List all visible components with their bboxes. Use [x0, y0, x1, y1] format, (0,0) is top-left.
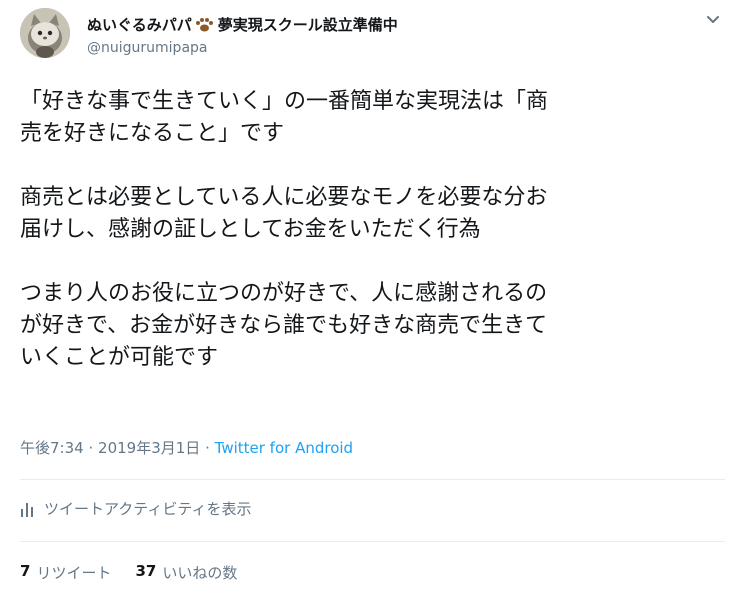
retweets-count: 7: [20, 562, 31, 580]
cat-plush-avatar-icon: [20, 8, 70, 58]
retweets-label: リツイート: [36, 564, 112, 582]
tweet-text: 「好きな事で生きていく」の一番簡単な実現法は「商 売を好きになること」です 商売…: [20, 86, 720, 374]
analytics-bars-icon: [21, 502, 33, 517]
user-handle[interactable]: @nuigurumipapa: [87, 40, 207, 56]
chevron-down-icon[interactable]: [706, 15, 720, 25]
tweet-activity-button[interactable]: ツイートアクティビティを表示: [20, 498, 251, 519]
likes-stat[interactable]: 37 いいねの数: [135, 562, 237, 583]
display-name-prefix: ぬいぐるみパパ: [87, 16, 192, 34]
avatar[interactable]: [20, 8, 70, 58]
tweet-line: 商売とは必要としている人に必要なモノを必要な分お: [20, 185, 548, 210]
divider: [20, 541, 725, 542]
tweet-card: ぬいぐるみパパ 夢実現スクール設立準備中 @nuigurumipapa 「好きな…: [0, 0, 745, 606]
tweet-time[interactable]: 午後7:34: [20, 439, 84, 457]
tweet-date[interactable]: 2019年3月1日: [98, 439, 200, 457]
tweet-source-link[interactable]: Twitter for Android: [215, 439, 353, 457]
likes-label: いいねの数: [162, 564, 238, 582]
meta-separator: ·: [205, 439, 210, 457]
meta-separator: ·: [88, 439, 94, 457]
likes-count: 37: [135, 562, 157, 580]
tweet-activity-label: ツイートアクティビティを表示: [44, 500, 252, 518]
tweet-metadata: 午後7:34 · 2019年3月1日 · Twitter for Android: [20, 437, 353, 458]
retweets-stat[interactable]: 7 リツイート: [20, 562, 111, 583]
divider: [20, 479, 725, 480]
display-name-suffix: 夢実現スクール設立準備中: [217, 16, 398, 34]
tweet-line: が好きで、お金が好きなら誰でも好きな商売で生きて: [20, 313, 548, 338]
paw-icon: [194, 17, 216, 33]
tweet-line: いくことが可能です: [20, 345, 219, 370]
tweet-line: 届けし、感謝の証しとしてお金をいただく行為: [20, 217, 481, 242]
display-name[interactable]: ぬいぐるみパパ 夢実現スクール設立準備中: [87, 14, 398, 35]
tweet-line: 「好きな事で生きていく」の一番簡単な実現法は「商: [20, 89, 549, 114]
tweet-line: 売を好きになること」です: [20, 121, 285, 146]
tweet-stats: 7 リツイート 37 いいねの数: [20, 562, 261, 583]
tweet-line: つまり人のお役に立つのが好きで、人に感謝されるの: [20, 281, 548, 306]
